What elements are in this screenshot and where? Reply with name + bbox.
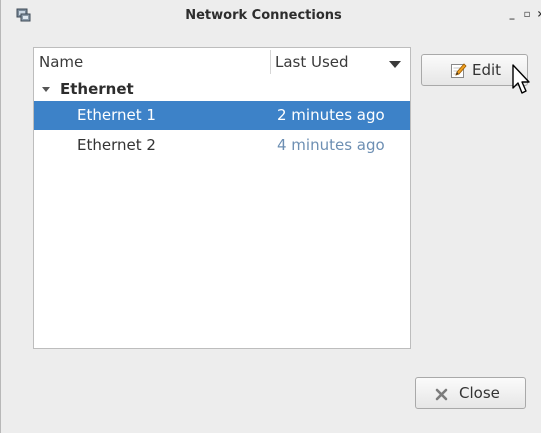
column-header-last-used[interactable]: Last Used <box>275 53 349 71</box>
close-window-button[interactable]: × <box>536 9 541 21</box>
connections-list[interactable]: Name Last Used Ethernet Ethernet 1 2 min… <box>33 47 411 349</box>
mouse-pointer-icon <box>512 64 530 94</box>
expander-arrow-icon[interactable] <box>42 87 50 92</box>
window-title: Network Connections <box>185 8 342 23</box>
edit-button-label: Edit <box>472 61 502 79</box>
connection-last-used: 2 minutes ago <box>277 106 385 124</box>
connection-row-ethernet-1[interactable]: Ethernet 1 2 minutes ago <box>34 101 410 130</box>
title-bar[interactable]: Network Connections _ ▫ × <box>1 0 541 32</box>
connection-name: Ethernet 1 <box>77 106 156 124</box>
sort-descending-icon[interactable] <box>389 61 401 68</box>
close-x-icon <box>435 388 448 401</box>
list-header: Name Last Used <box>34 48 410 76</box>
connection-last-used: 4 minutes ago <box>277 136 385 154</box>
connection-row-ethernet-2[interactable]: Ethernet 2 4 minutes ago <box>34 131 410 160</box>
column-separator[interactable] <box>270 50 271 74</box>
close-button-label: Close <box>459 384 500 402</box>
column-header-name[interactable]: Name <box>39 53 83 71</box>
group-row-ethernet[interactable]: Ethernet <box>34 77 410 101</box>
edit-pencil-icon <box>451 63 467 78</box>
maximize-button[interactable]: ▫ <box>522 9 532 21</box>
close-button[interactable]: Close <box>415 377 526 409</box>
network-connections-window: Network Connections _ ▫ × Name Last Used… <box>0 0 541 433</box>
minimize-button[interactable]: _ <box>507 9 517 21</box>
group-label: Ethernet <box>60 80 134 98</box>
connection-name: Ethernet 2 <box>77 136 156 154</box>
